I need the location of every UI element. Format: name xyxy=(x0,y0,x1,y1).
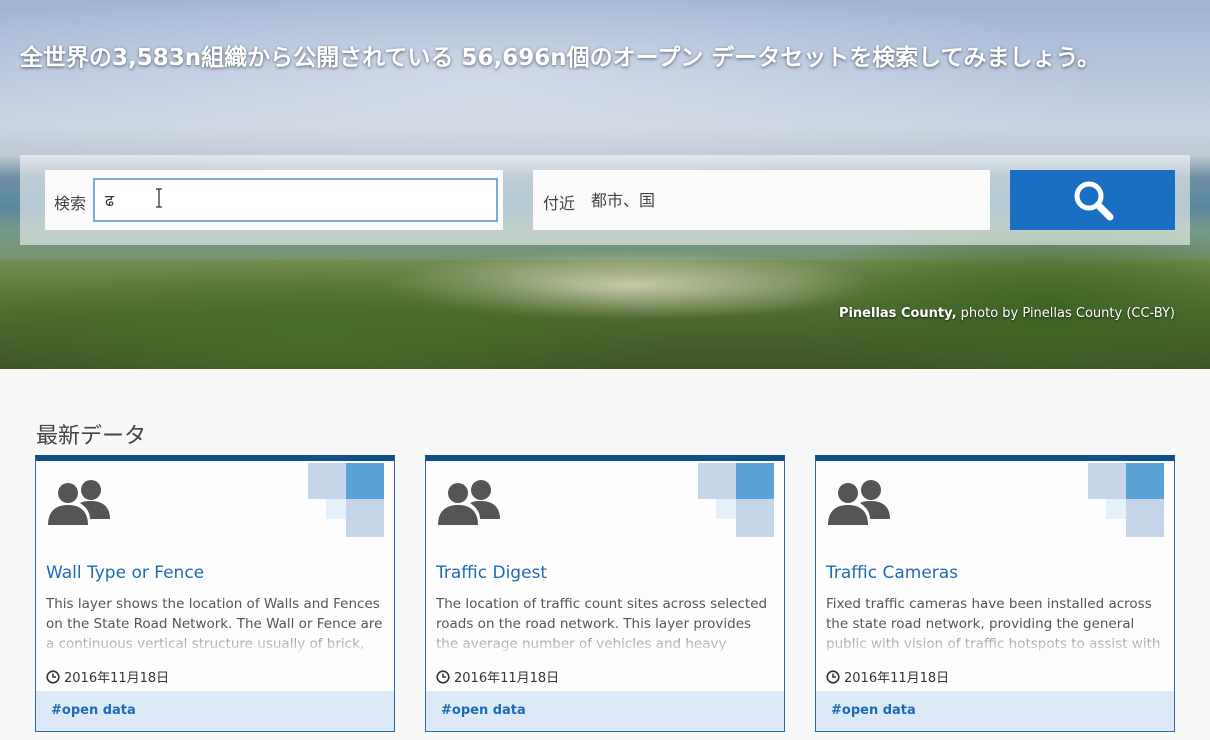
card-tag[interactable]: #open data xyxy=(51,703,136,718)
card-date: 2016年11月18日 xyxy=(46,667,169,686)
near-box: 付近 xyxy=(533,170,990,230)
group-icon xyxy=(828,480,890,525)
near-input[interactable] xyxy=(591,182,981,218)
photo-credit-place: Pinellas County, xyxy=(838,306,957,321)
clock-icon xyxy=(46,669,60,684)
card-date: 2016年11月18日 xyxy=(436,667,559,686)
search-label: 検索 xyxy=(54,194,87,213)
card-title[interactable]: Traffic Cameras xyxy=(826,563,958,583)
photo-credit-text: photo by Pinellas County (CC-BY) xyxy=(956,306,1175,321)
card-corner-decoration xyxy=(1088,463,1168,543)
card-title[interactable]: Wall Type or Fence xyxy=(46,563,204,583)
search-button[interactable] xyxy=(1010,170,1175,230)
group-icon xyxy=(438,480,500,525)
hero-grass-left xyxy=(0,250,700,369)
card-tag[interactable]: #open data xyxy=(831,703,916,718)
group-icon xyxy=(48,480,110,525)
card-corner-decoration xyxy=(698,463,778,543)
card-title[interactable]: Traffic Digest xyxy=(436,563,547,583)
card-date-text: 2016年11月18日 xyxy=(64,671,170,686)
card-description: This layer shows the location of Walls a… xyxy=(46,596,383,652)
hero-title: 全世界の3,583n組織から公開されている 56,696n個のオープン データセ… xyxy=(20,45,1101,71)
dataset-card[interactable]: Traffic Digest The location of traffic c… xyxy=(425,455,785,732)
card-description: Fixed traffic cameras have been installe… xyxy=(826,596,1161,652)
near-label: 付近 xyxy=(543,194,576,213)
dataset-card[interactable]: Wall Type or Fence This layer shows the … xyxy=(35,455,395,732)
card-date-text: 2016年11月18日 xyxy=(844,671,950,686)
text-cursor-icon xyxy=(156,188,162,208)
hero-banner: 全世界の3,583n組織から公開されている 56,696n個のオープン データセ… xyxy=(0,0,1210,369)
photo-credit: Pinellas County, photo by Pinellas Count… xyxy=(839,306,1175,321)
card-footer: #open data xyxy=(36,691,394,731)
card-description: The location of traffic count sites acro… xyxy=(436,596,768,652)
clock-icon xyxy=(436,669,450,684)
card-tag[interactable]: #open data xyxy=(441,703,526,718)
search-panel: 検索 付近 xyxy=(20,155,1190,245)
clock-icon xyxy=(826,669,840,684)
card-date-text: 2016年11月18日 xyxy=(454,671,560,686)
card-footer: #open data xyxy=(426,691,784,731)
dataset-card[interactable]: Traffic Cameras Fixed traffic cameras ha… xyxy=(815,455,1175,732)
search-box: 検索 xyxy=(45,170,503,230)
card-date: 2016年11月18日 xyxy=(826,667,949,686)
card-footer: #open data xyxy=(816,691,1174,731)
search-icon xyxy=(1074,181,1113,221)
card-corner-decoration xyxy=(308,463,388,543)
recent-section-title: 最新データ xyxy=(36,424,147,449)
